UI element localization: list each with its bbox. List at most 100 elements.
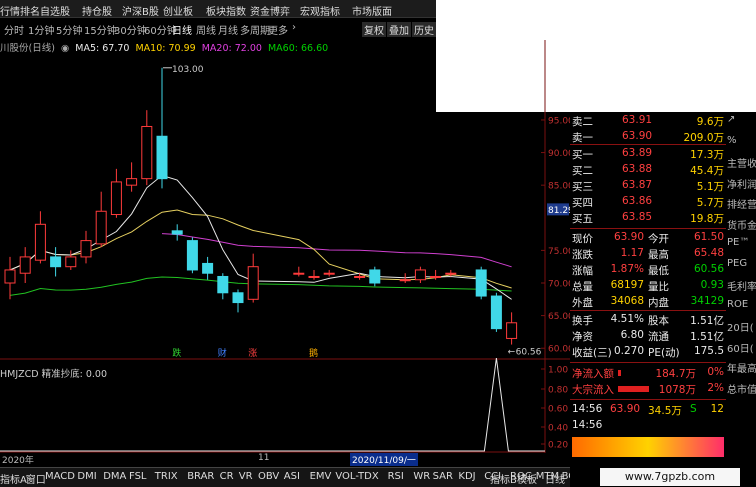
period-tab[interactable]: 周线: [196, 22, 216, 37]
top-menu-item[interactable]: 板块指数: [206, 3, 246, 18]
indicator-axis-label: 0.40: [548, 424, 568, 434]
top-menu-item[interactable]: 宏观指标: [300, 3, 340, 18]
indicator-tab[interactable]: DMA: [103, 471, 126, 482]
stat-label: 量比: [648, 281, 669, 293]
more-arrow-icon[interactable]: ›: [292, 22, 296, 33]
indicator-tab[interactable]: FSL: [129, 471, 147, 482]
order-label: 买四: [572, 197, 593, 209]
flow-bar: [618, 386, 649, 392]
candle-body: [369, 269, 381, 284]
stat-value: 1.17: [620, 247, 644, 259]
date-cursor: 2020/11/09/一: [350, 453, 418, 466]
candle-body: [110, 181, 122, 216]
indicator-tab[interactable]: DMI: [77, 471, 96, 482]
low-label: 60.56: [516, 348, 542, 358]
period-tab[interactable]: 更多: [268, 22, 288, 37]
indicator-tab-right[interactable]: 指标B: [490, 471, 517, 486]
flow-pct: 0%: [707, 366, 724, 378]
chart-option-button[interactable]: 复权: [362, 22, 386, 37]
indicator-tab[interactable]: OBV: [258, 471, 279, 482]
stat-label: 净资: [572, 331, 593, 343]
tick-volume: 34.5万: [648, 405, 682, 417]
order-row: 买五 63.85 19.8万: [570, 211, 726, 225]
indicator-tab[interactable]: CR: [220, 471, 234, 482]
top-menu-item[interactable]: 资金博弈: [250, 3, 290, 18]
candle-body: [414, 269, 426, 281]
indicator-tab[interactable]: ASI: [284, 471, 300, 482]
indicator-tab[interactable]: EMV: [310, 471, 332, 482]
sidebar-item[interactable]: 20日(: [727, 319, 754, 334]
period-tab[interactable]: 分时: [4, 22, 24, 37]
sidebar-item[interactable]: 货币金: [727, 217, 756, 232]
period-tab[interactable]: 5分钟: [56, 22, 82, 37]
indicator-chart[interactable]: 1.00 0.80 0.60 0.40 0.20: [0, 358, 570, 453]
sidebar-item[interactable]: 60日(: [727, 340, 754, 355]
sidebar-item[interactable]: 净利润: [727, 176, 756, 191]
stat-label: 股本: [648, 315, 669, 327]
sidebar-item[interactable]: ↗: [727, 114, 735, 125]
sidebar-item[interactable]: 总市值: [727, 381, 756, 396]
sidebar-item[interactable]: 毛利率: [727, 278, 756, 293]
sidebar-item[interactable]: 年最高: [727, 360, 756, 375]
candle-body: [323, 272, 335, 275]
sidebar-item[interactable]: %: [727, 135, 737, 146]
candlestick-chart[interactable]: 95.00 90.00 85.00 81.29 75.00 70.00 65.00 60.00…: [0, 40, 570, 370]
indicator-tab[interactable]: VR: [239, 471, 253, 482]
indicator-tab-right[interactable]: 日线: [545, 471, 565, 486]
candle-body: [186, 240, 198, 271]
top-menu-item[interactable]: 持仓股: [82, 3, 112, 18]
top-menu-item[interactable]: 自选股: [40, 3, 70, 18]
order-row: 卖二 63.91 9.6万: [570, 114, 726, 128]
indicator-tab[interactable]: 指标A: [0, 471, 27, 486]
sidebar-item[interactable]: PEG: [727, 258, 747, 269]
sidebar-item[interactable]: ROE: [727, 299, 748, 310]
top-menu-item[interactable]: 创业板: [163, 3, 193, 18]
order-price: 63.85: [622, 211, 653, 223]
chart-option-button[interactable]: 历史: [412, 22, 436, 37]
stat-value: 1.51亿: [690, 331, 724, 343]
indicator-tab[interactable]: RSI: [388, 471, 404, 482]
period-tab[interactable]: 多周期: [240, 22, 270, 37]
order-volume: 45.4万: [690, 165, 724, 177]
sidebar-item[interactable]: 排经营: [727, 196, 756, 211]
top-menu: 行情排名 自选股 持仓股 沪深B股 创业板 板块指数 资金博弈 宏观指标 市场版面: [0, 0, 436, 18]
period-tab[interactable]: 月线: [218, 22, 238, 37]
period-tab[interactable]: 30分钟: [114, 22, 147, 37]
order-label: 买一: [572, 149, 593, 161]
period-tab[interactable]: 1分钟: [28, 22, 54, 37]
indicator-tab[interactable]: 窗口: [26, 471, 46, 486]
indicator-tab-right[interactable]: 模板: [517, 471, 537, 486]
order-volume: 17.3万: [690, 149, 724, 161]
indicator-tabs: 指标A 窗口 MACD DMI DMA FSL TRIX BRAR CR VR OBV ASI EMV V…: [0, 467, 587, 487]
order-volume: 9.6万: [696, 116, 724, 128]
stat-value: 61.50: [693, 231, 724, 243]
separator: [570, 228, 726, 229]
period-tab[interactable]: 15分钟: [84, 22, 117, 37]
stat-value: 4.51%: [610, 313, 644, 325]
indicator-tab[interactable]: MACD: [45, 471, 75, 482]
flow-row: 大宗流入 1078万 2%: [570, 382, 726, 396]
indicator-tab[interactable]: SAR: [433, 471, 453, 482]
top-menu-item[interactable]: 市场版面: [352, 3, 392, 18]
indicator-tab[interactable]: VOL-TDX: [335, 471, 378, 482]
sidebar-item[interactable]: PE™: [727, 237, 749, 248]
indicator-tab[interactable]: TRIX: [155, 471, 178, 482]
top-menu-item[interactable]: 行情排名: [0, 3, 40, 18]
chart-option-button[interactable]: 叠加: [387, 22, 411, 37]
candle-body: [4, 269, 16, 284]
tick-row: 14:56 63.90 34.5万 S 12: [570, 403, 726, 417]
stat-label: 内盘: [648, 297, 669, 309]
indicator-tab[interactable]: KDJ: [458, 471, 475, 482]
order-price: 63.90: [622, 130, 653, 142]
period-tab[interactable]: 日线: [172, 22, 192, 37]
stat-label: 涨幅: [572, 265, 593, 277]
separator: [570, 310, 726, 311]
stat-value: 1.87%: [610, 263, 644, 275]
stat-row: 收益(三) 0.270 PE(动) 175.5: [570, 345, 726, 359]
sidebar-item[interactable]: 主营收: [727, 155, 756, 170]
indicator-tab[interactable]: BRAR: [187, 471, 214, 482]
top-menu-item[interactable]: 沪深B股: [122, 3, 159, 18]
indicator-axis-label: 0.80: [548, 386, 568, 396]
indicator-tab[interactable]: WR: [413, 471, 430, 482]
indicator-axis-label: 0.20: [548, 441, 568, 451]
